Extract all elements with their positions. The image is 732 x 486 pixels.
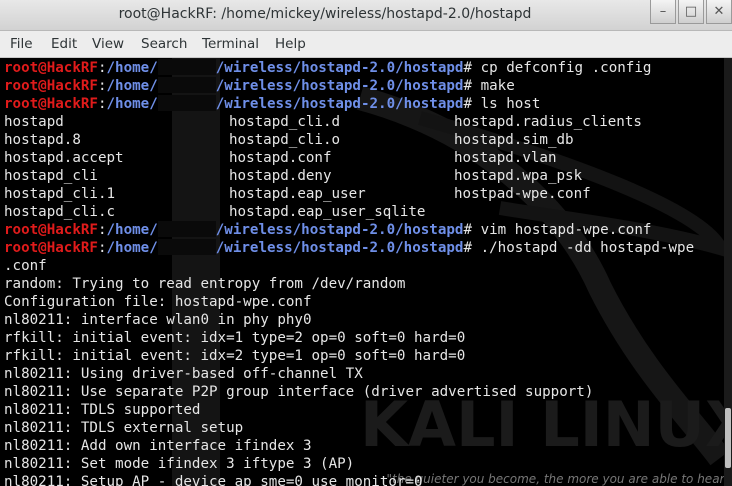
- redacted-username: [157, 59, 216, 75]
- output-line: nl80211: TDLS supported: [4, 402, 201, 418]
- terminal-output: root@HackRF:/home//wireless/hostapd-2.0/…: [4, 59, 694, 486]
- terminal-area[interactable]: KALI LINUX "the quieter you become, the …: [0, 58, 732, 486]
- close-button[interactable]: ✕: [706, 0, 732, 24]
- redacted-username: [157, 239, 216, 255]
- command-text: ls host: [480, 96, 541, 112]
- maximize-button[interactable]: □: [678, 0, 704, 24]
- ls-row: hostapd_cli.1 hostapd.eap_user hostpad-wpe…: [4, 186, 591, 202]
- ls-row: hostapd_cli.c hostapd.eap_user_sqlite: [4, 204, 426, 220]
- output-line: rfkill: initial event: idx=2 type=1 op=0…: [4, 348, 466, 364]
- ls-row: hostapd hostapd_cli.d hostapd.radius_clien…: [4, 114, 642, 130]
- menu-bar: File Edit View Search Terminal Help: [0, 31, 732, 58]
- scrollbar-thumb[interactable]: [725, 408, 731, 468]
- menu-view[interactable]: View: [92, 36, 124, 52]
- output-line: nl80211: TDLS external setup: [4, 420, 244, 436]
- terminal-scrollbar[interactable]: [724, 58, 732, 486]
- menu-file[interactable]: File: [10, 36, 33, 52]
- ls-row: hostapd_cli hostapd.deny hostapd.wpa_psk: [4, 168, 583, 184]
- command-text: vim hostapd-wpe.conf: [480, 222, 652, 238]
- output-line: nl80211: Using driver-based off-channel …: [4, 366, 363, 382]
- ls-row: hostapd.8 hostapd_cli.o hostapd.sim_db: [4, 132, 574, 148]
- menu-terminal[interactable]: Terminal: [202, 36, 259, 52]
- output-line: nl80211: Use separate P2P group interfac…: [4, 384, 594, 400]
- command-text: cp defconfig .config: [480, 60, 652, 76]
- window-title: root@HackRF: /home/mickey/wireless/hosta…: [118, 6, 532, 22]
- output-line: nl80211: Add own interface ifindex 3: [4, 438, 312, 454]
- prompt-line: root@HackRF:/home//wireless/hostapd-2.0/…: [4, 239, 695, 256]
- prompt-user: root@HackRF: [4, 60, 98, 76]
- output-line: .conf: [4, 258, 47, 274]
- prompt-line: root@HackRF:/home//wireless/hostapd-2.0/…: [4, 59, 652, 76]
- menu-search[interactable]: Search: [141, 36, 187, 52]
- prompt-line: root@HackRF:/home//wireless/hostapd-2.0/…: [4, 221, 652, 238]
- ls-row: hostapd.accept hostapd.conf hostapd.vlan: [4, 150, 557, 166]
- output-line: Configuration file: hostapd-wpe.conf: [4, 294, 312, 310]
- redacted-username: [157, 221, 216, 237]
- output-line: random: Trying to read entropy from /dev…: [4, 276, 406, 292]
- prompt-line: root@HackRF:/home//wireless/hostapd-2.0/…: [4, 77, 515, 94]
- prompt-line: root@HackRF:/home//wireless/hostapd-2.0/…: [4, 95, 541, 112]
- command-text: make: [480, 78, 515, 94]
- command-text: ./hostapd -dd hostapd-wpe: [480, 240, 695, 256]
- title-bar[interactable]: root@HackRF: /home/mickey/wireless/hosta…: [0, 0, 732, 31]
- minimize-button[interactable]: –: [650, 0, 676, 24]
- menu-edit[interactable]: Edit: [51, 36, 77, 52]
- output-line: rfkill: initial event: idx=1 type=2 op=0…: [4, 330, 466, 346]
- window-controls: – □ ✕: [648, 0, 732, 24]
- redacted-username: [157, 77, 216, 93]
- menu-help[interactable]: Help: [275, 36, 306, 52]
- redacted-username: [157, 95, 216, 111]
- output-line: nl80211: Set mode ifindex 3 iftype 3 (AP…: [4, 456, 355, 472]
- output-line: nl80211: Setup AP - device_ap_sme=0 use_…: [4, 474, 423, 486]
- output-line: nl80211: interface wlan0 in phy phy0: [4, 312, 312, 328]
